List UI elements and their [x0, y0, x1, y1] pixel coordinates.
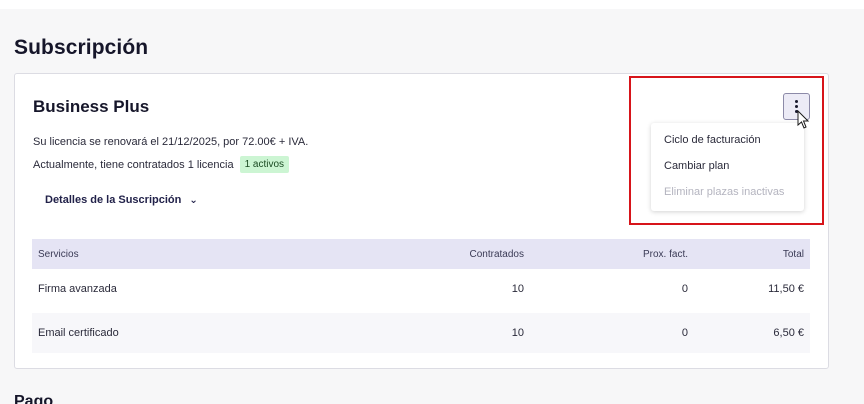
cell-contracted: 10	[511, 283, 524, 295]
kebab-dot	[795, 105, 798, 108]
next-section-title: Pago	[14, 393, 54, 404]
licenses-line: Actualmente, tiene contratados 1 licenci…	[33, 156, 290, 173]
header-total: Total	[782, 248, 804, 260]
details-label: Detalles de la Suscripción	[45, 194, 182, 206]
table-row: Email certificado 10 0 6,50 €	[32, 313, 810, 353]
header-services: Servicios	[38, 248, 79, 260]
cell-next-billing: 0	[681, 283, 688, 295]
chevron-down-icon: ⌄	[189, 194, 198, 206]
options-dropdown-menu: Ciclo de facturación Cambiar plan Elimin…	[651, 123, 804, 211]
cell-total: 6,50 €	[773, 327, 804, 339]
subscription-details-toggle[interactable]: Detalles de la Suscripción ⌄	[45, 194, 198, 206]
licenses-text: Actualmente, tiene contratados 1 licenci…	[33, 158, 234, 171]
header-next-billing: Prox. fact.	[642, 248, 688, 260]
renewal-text: Su licencia se renovará el 21/12/2025, p…	[33, 136, 309, 148]
table-header-row: Servicios Contratados Prox. fact. Total	[32, 239, 810, 269]
kebab-vertical-icon	[795, 100, 798, 103]
services-table: Servicios Contratados Prox. fact. Total …	[32, 239, 810, 353]
cell-contracted: 10	[511, 327, 524, 339]
menu-item-remove-inactive-seats: Eliminar plazas inactivas	[664, 186, 785, 198]
cell-next-billing: 0	[681, 327, 688, 339]
top-bar	[0, 0, 864, 9]
header-contracted: Contratados	[469, 248, 524, 260]
cell-service: Email certificado	[38, 327, 119, 339]
active-badge: 1 activos	[239, 156, 290, 173]
table-row: Firma avanzada 10 0 11,50 €	[32, 269, 810, 309]
cell-total: 11,50 €	[768, 283, 804, 295]
plan-name: Business Plus	[33, 97, 150, 116]
cell-service: Firma avanzada	[38, 283, 117, 295]
page-title: Subscripción	[14, 36, 149, 59]
menu-item-change-plan[interactable]: Cambiar plan	[651, 153, 804, 179]
menu-item-billing-cycle[interactable]: Ciclo de facturación	[651, 127, 804, 153]
mouse-cursor-icon	[797, 110, 810, 129]
